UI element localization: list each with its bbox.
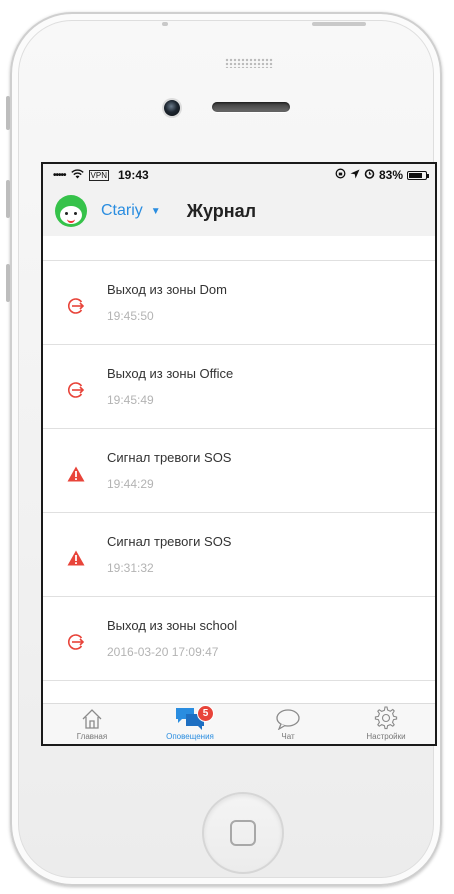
exit-zone-icon — [63, 381, 89, 399]
notification-badge: 5 — [197, 705, 214, 722]
event-time: 19:45:50 — [107, 309, 154, 323]
volume-up-button — [6, 180, 10, 218]
tab-settings-label: Настройки — [366, 732, 406, 741]
power-button — [312, 22, 366, 26]
event-title: Сигнал тревоги SOS — [107, 450, 232, 465]
battery-percent: 83% — [378, 168, 403, 182]
avatar[interactable] — [55, 195, 87, 227]
list-item[interactable]: Выход из зоны school 2016-03-20 17:09:47 — [43, 597, 435, 681]
tab-home-label: Главная — [76, 732, 108, 741]
speaker-grille — [225, 58, 273, 68]
home-square-icon — [230, 820, 256, 846]
event-title: Выход из зоны Dom — [107, 282, 227, 297]
event-title: Сигнал тревоги SOS — [107, 534, 232, 549]
gear-icon — [374, 706, 398, 730]
warning-icon — [63, 550, 89, 566]
front-camera — [164, 100, 180, 116]
event-time: 19:44:29 — [107, 477, 154, 491]
vpn-badge: VPN — [88, 169, 109, 181]
event-text: Сигнал тревоги SOS 19:31:32 — [107, 534, 231, 575]
tab-notifications[interactable]: 5 Оповещения — [141, 704, 239, 744]
top-button-left — [162, 22, 168, 26]
event-text: Выход из зоны Dom 19:45:50 — [107, 282, 227, 323]
page-title: Журнал — [186, 200, 257, 221]
tab-chat-label: Чат — [281, 732, 295, 741]
status-bar: ••••• VPN 19:43 83% — [43, 164, 435, 186]
battery-icon — [407, 170, 429, 180]
account-selector[interactable]: Ctariy — [101, 202, 143, 220]
orientation-lock-icon — [335, 168, 346, 182]
warning-icon — [63, 466, 89, 482]
location-arrow-icon — [350, 168, 360, 182]
list-item[interactable]: Выход из зоны Office 19:45:49 — [43, 345, 435, 429]
list-top-spacer — [43, 236, 435, 261]
signal-strength-icon: ••••• — [53, 169, 66, 181]
tab-notifications-label: Оповещения — [166, 732, 214, 741]
phone-screen: ••••• VPN 19:43 83% Ctariy ▼ Журнал Выхо… — [41, 162, 437, 746]
app-window: ••••• VPN 19:43 83% Ctariy ▼ Журнал Выхо… — [43, 164, 435, 744]
tab-chat[interactable]: Чат — [239, 704, 337, 744]
event-time: 19:45:49 — [107, 393, 154, 407]
tab-bar: Главная 5 Оповещения Чат Настройки — [43, 703, 435, 744]
tab-settings[interactable]: Настройки — [337, 704, 435, 744]
speech-bubble-icon — [275, 706, 301, 730]
event-text: Выход из зоны school 2016-03-20 17:09:47 — [107, 618, 237, 659]
app-header: ••••• VPN 19:43 83% Ctariy ▼ Журнал — [43, 164, 435, 236]
nav-bar: Ctariy ▼ Журнал — [43, 186, 435, 236]
home-button[interactable] — [202, 792, 284, 874]
volume-down-button — [6, 264, 10, 302]
event-time: 2016-03-20 17:09:47 — [107, 645, 219, 659]
exit-zone-icon — [63, 633, 89, 651]
list-item[interactable]: Выход из зоны Dom 19:45:50 — [43, 261, 435, 345]
mute-switch — [6, 96, 10, 130]
list-item[interactable]: Сигнал тревоги SOS 19:44:29 — [43, 429, 435, 513]
tab-home[interactable]: Главная — [43, 704, 141, 744]
alarm-clock-icon — [364, 168, 375, 182]
chevron-down-icon[interactable]: ▼ — [151, 206, 161, 217]
event-title: Выход из зоны school — [107, 618, 238, 633]
event-title: Выход из зоны Office — [107, 366, 234, 381]
event-text: Сигнал тревоги SOS 19:44:29 — [107, 450, 231, 491]
event-log-list: Выход из зоны Dom 19:45:50 Выход из зоны O… — [43, 236, 435, 703]
wifi-icon — [70, 168, 84, 182]
exit-zone-icon — [63, 297, 89, 315]
event-text: Выход из зоны Office 19:45:49 — [107, 366, 233, 407]
list-item[interactable]: Сигнал тревоги SOS 19:31:32 — [43, 513, 435, 597]
event-time: 19:31:32 — [107, 561, 154, 575]
home-icon — [81, 706, 103, 730]
status-time: 19:43 — [117, 168, 149, 182]
earpiece-speaker — [212, 102, 290, 112]
